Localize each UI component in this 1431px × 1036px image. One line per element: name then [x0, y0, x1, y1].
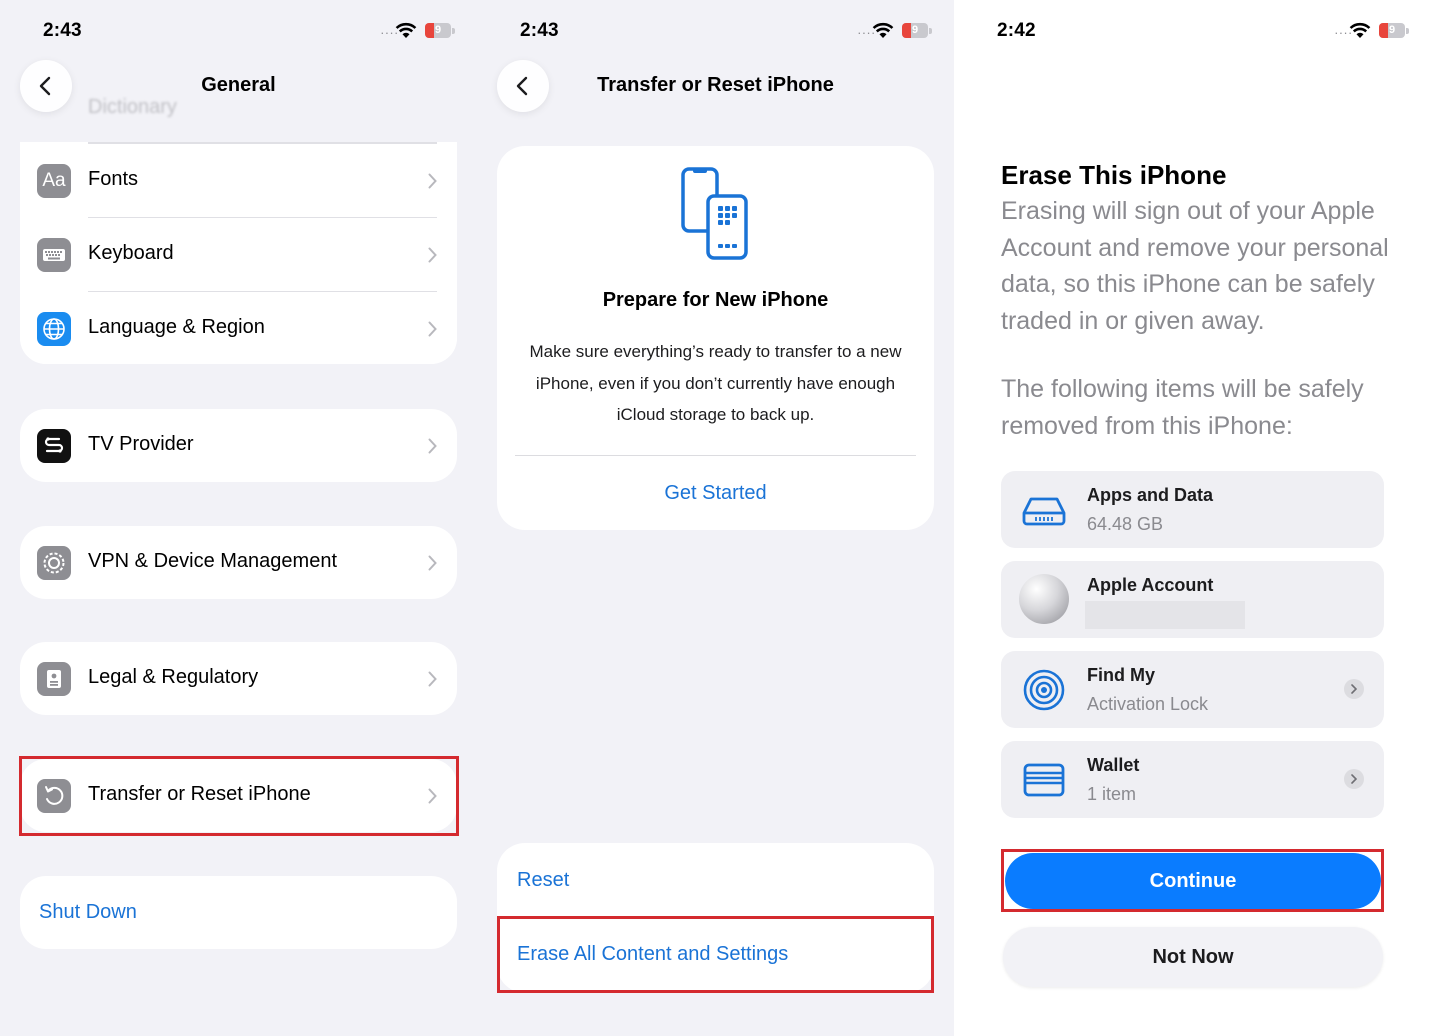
battery-icon: 9: [902, 23, 932, 38]
item-find-my[interactable]: Find My Activation Lock: [1001, 651, 1384, 728]
transfer-reset-panel: 2:43 .... 9 Transfer or Reset iPhone Pre…: [477, 0, 954, 1036]
row-legal-regulatory[interactable]: Legal & Regulatory: [20, 642, 457, 715]
row-language-region[interactable]: Language & Region: [20, 292, 457, 364]
status-time: 2:43: [43, 20, 82, 41]
row-label: TV Provider: [88, 433, 194, 455]
row-tv-provider[interactable]: TV Provider: [20, 409, 457, 482]
chevron-right-icon[interactable]: [1344, 679, 1364, 699]
card-description: Make sure everything’s ready to transfer…: [529, 342, 902, 424]
page-title: Transfer or Reset iPhone: [597, 74, 834, 96]
find-my-icon: [1023, 669, 1065, 711]
wifi-icon: [872, 22, 894, 38]
two-phones-icon: [681, 167, 748, 260]
item-title: Wallet: [1087, 755, 1140, 775]
erase-iphone-panel: 2:42 .... 9 Erase This iPhone Erasing wi…: [954, 0, 1431, 1036]
chevron-right-icon: [428, 555, 437, 571]
tv-provider-icon: [37, 429, 71, 463]
get-started-button[interactable]: Get Started: [497, 482, 934, 505]
legal-document-icon: [37, 662, 71, 696]
not-now-button[interactable]: Not Now: [1003, 927, 1383, 987]
avatar: [1019, 574, 1069, 624]
status-bar: 2:43 .... 9: [477, 18, 954, 44]
card-title: Prepare for New iPhone: [602, 289, 829, 311]
highlight-box: [497, 916, 934, 993]
row-label: Language & Region: [88, 316, 265, 338]
wallet-icon: [1023, 763, 1065, 797]
page-title: General: [201, 74, 276, 96]
battery-icon: 9: [425, 23, 455, 38]
highlight-box: [1001, 849, 1384, 912]
keyboard-icon: [37, 238, 71, 272]
item-title: Apple Account: [1087, 575, 1214, 595]
chevron-right-icon[interactable]: [1344, 769, 1364, 789]
row-fonts[interactable]: Aa Fonts: [20, 144, 457, 218]
row-label: Keyboard: [88, 242, 174, 264]
row-shut-down[interactable]: Shut Down: [20, 876, 457, 949]
items-intro: The following items will be safely remov…: [1001, 375, 1364, 440]
status-bar: 2:43 .... 9: [0, 18, 477, 44]
item-title: Find My: [1087, 665, 1155, 685]
shut-down-link: Shut Down: [39, 901, 137, 923]
redacted-account-email: [1085, 601, 1245, 629]
page-title: Erase This iPhone: [1001, 160, 1227, 190]
divider: [515, 455, 916, 456]
item-subtitle: 1 item: [1087, 784, 1137, 804]
erase-description: Erasing will sign out of your Apple Acco…: [1001, 197, 1389, 335]
general-settings-panel: 2:43 .... 9 Dictionary Aa Fonts Keyboard: [0, 0, 477, 1036]
battery-icon: 9: [1379, 23, 1409, 38]
settings-group-keyboard: Aa Fonts Keyboard Language & Region: [20, 144, 457, 364]
item-subtitle: 64.48 GB: [1087, 514, 1164, 534]
item-apps-and-data: Apps and Data 64.48 GB: [1001, 471, 1384, 548]
wifi-icon: [1349, 22, 1371, 38]
chevron-right-icon: [428, 438, 437, 454]
item-subtitle: Activation Lock: [1087, 694, 1209, 714]
drive-icon: [1022, 497, 1066, 526]
row-vpn-device-management[interactable]: VPN & Device Management: [20, 526, 457, 599]
chevron-right-icon: [428, 247, 437, 263]
status-bar: 2:42 .... 9: [954, 18, 1431, 44]
row-keyboard[interactable]: Keyboard: [20, 218, 457, 292]
chevron-right-icon: [428, 321, 437, 337]
gear-icon: [37, 546, 71, 580]
row-label: Fonts: [88, 168, 139, 190]
globe-icon: [37, 312, 71, 346]
row-label: Legal & Regulatory: [88, 666, 259, 688]
status-time: 2:43: [520, 20, 559, 41]
item-title: Apps and Data: [1087, 485, 1214, 505]
prepare-new-iphone-card: Prepare for New iPhone Make sure everyth…: [497, 146, 934, 530]
highlight-box: [19, 756, 459, 836]
status-time: 2:42: [997, 20, 1036, 41]
reset-button[interactable]: Reset: [517, 869, 569, 892]
item-wallet[interactable]: Wallet 1 item: [1001, 741, 1384, 818]
wifi-icon: [395, 22, 417, 38]
chevron-right-icon: [428, 671, 437, 687]
item-apple-account: Apple Account: [1001, 561, 1384, 638]
fonts-icon: Aa: [37, 164, 71, 198]
row-label: VPN & Device Management: [88, 550, 338, 572]
chevron-right-icon: [428, 173, 437, 189]
